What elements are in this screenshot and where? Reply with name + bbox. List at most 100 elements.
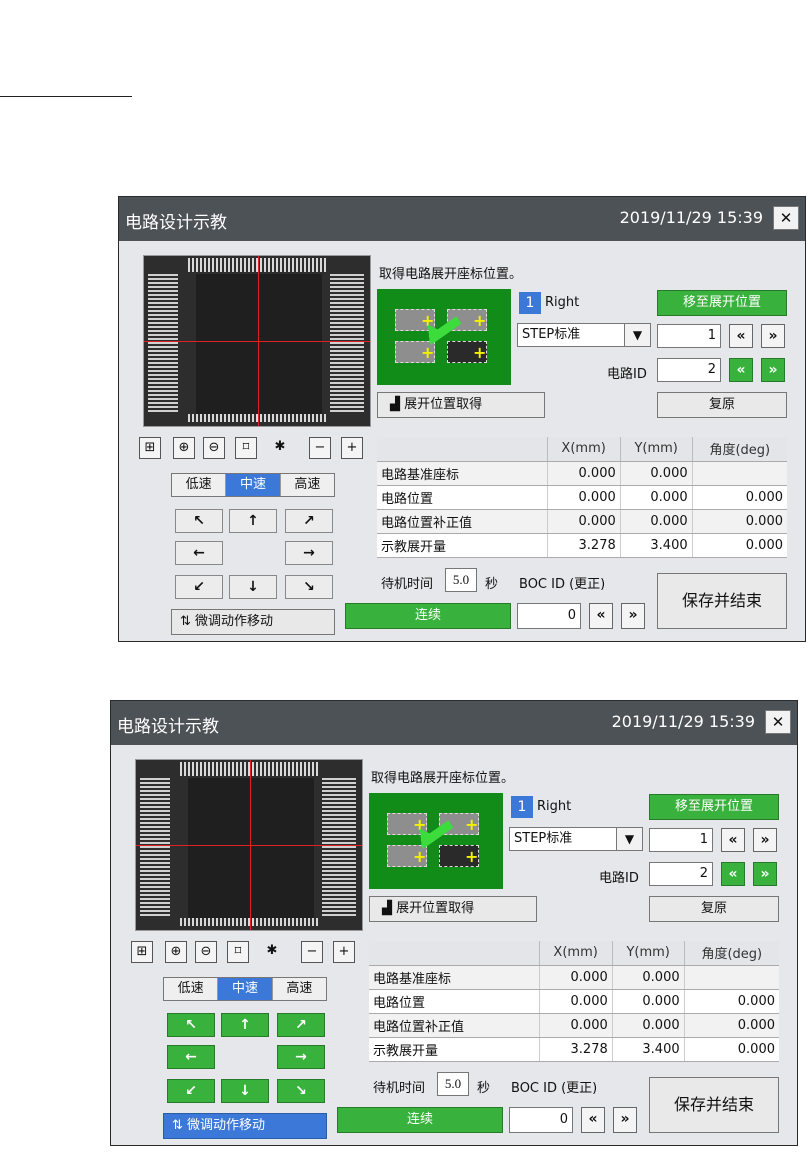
circuit-prev-icon[interactable]: « bbox=[721, 862, 745, 886]
save-and-finish-button[interactable]: 保存并结束 bbox=[657, 573, 787, 629]
fit-frame-icon[interactable]: ⌑ bbox=[235, 437, 257, 459]
move-right-icon[interactable]: → bbox=[277, 1045, 325, 1069]
speed-low[interactable]: 低速 bbox=[164, 978, 219, 1000]
zoom-out-icon[interactable]: ⊖ bbox=[195, 941, 217, 963]
step-value-field[interactable]: 1 bbox=[657, 324, 721, 348]
move-to-expand-position-button[interactable]: 移至展开位置 bbox=[657, 290, 787, 316]
move-up-icon[interactable]: ↑ bbox=[221, 1013, 269, 1037]
move-down-right-icon[interactable]: ↘ bbox=[285, 575, 333, 599]
step-select[interactable]: STEP标准 ▼ bbox=[517, 323, 651, 347]
boc-prev-icon[interactable]: « bbox=[589, 603, 613, 629]
camera-view bbox=[143, 255, 371, 427]
move-down-icon[interactable]: ↓ bbox=[229, 575, 277, 599]
x-cell: 0.000 bbox=[538, 1013, 613, 1038]
fine-move-button[interactable]: ⇅ 微调动作移动 bbox=[163, 1113, 327, 1139]
person-icon: ▟ bbox=[382, 901, 392, 916]
dialog-title: 电路设计示教 bbox=[117, 717, 219, 737]
wait-time-field[interactable]: 5.0 bbox=[445, 568, 477, 592]
step-next-icon[interactable]: » bbox=[753, 828, 777, 852]
move-up-icon[interactable]: ↑ bbox=[229, 509, 277, 533]
image-settings-icon[interactable]: ⊞ bbox=[139, 437, 161, 459]
dropdown-triangle-icon[interactable]: ▼ bbox=[616, 828, 642, 850]
circuit-id-field[interactable]: 2 bbox=[649, 862, 713, 886]
acquire-label: 展开位置取得 bbox=[396, 901, 475, 916]
move-down-right-icon[interactable]: ↘ bbox=[277, 1079, 325, 1103]
light-icon[interactable]: ✱ bbox=[269, 437, 291, 459]
speed-high[interactable]: 高速 bbox=[280, 474, 334, 496]
boc-next-icon[interactable]: » bbox=[613, 1107, 637, 1133]
restore-button[interactable]: 复原 bbox=[657, 392, 787, 418]
move-down-left-icon[interactable]: ↙ bbox=[175, 575, 223, 599]
wait-time-label: 待机时间 bbox=[381, 577, 434, 592]
boc-id-field[interactable]: 0 bbox=[509, 1107, 573, 1133]
row-name: 电路位置补正值 bbox=[369, 1013, 539, 1038]
move-left-icon[interactable]: ← bbox=[167, 1045, 215, 1069]
boc-id-field[interactable]: 0 bbox=[517, 603, 581, 629]
move-down-left-icon[interactable]: ↙ bbox=[167, 1079, 215, 1103]
layout-schematic: + + + + bbox=[377, 289, 511, 385]
step-prev-icon[interactable]: « bbox=[721, 828, 745, 852]
plus-icon[interactable]: + bbox=[333, 941, 355, 963]
coordinate-table: X(mm) Y(mm) 角度(deg) 电路基准座标 0.000 0.000 电… bbox=[377, 437, 787, 558]
acquire-expand-position-button[interactable]: ▟ 展开位置取得 bbox=[377, 392, 545, 418]
fine-move-button[interactable]: ⇅ 微调动作移动 bbox=[171, 609, 335, 635]
speed-selector: 低速 中速 高速 bbox=[171, 473, 335, 497]
light-icon[interactable]: ✱ bbox=[261, 941, 283, 963]
plus-icon[interactable]: + bbox=[341, 437, 363, 459]
acquire-expand-position-button[interactable]: ▟ 展开位置取得 bbox=[369, 896, 537, 922]
circuit-next-icon[interactable]: » bbox=[753, 862, 777, 886]
crosshair-horizontal bbox=[136, 845, 362, 846]
pins-right bbox=[330, 272, 364, 412]
move-up-right-icon[interactable]: ↗ bbox=[285, 509, 333, 533]
move-up-right-icon[interactable]: ↗ bbox=[277, 1013, 325, 1037]
x-cell: 0.000 bbox=[538, 989, 613, 1014]
close-button[interactable]: ✕ bbox=[773, 206, 799, 230]
step-value-field[interactable]: 1 bbox=[649, 828, 713, 852]
move-down-icon[interactable]: ↓ bbox=[221, 1079, 269, 1103]
move-left-icon[interactable]: ← bbox=[175, 541, 223, 565]
close-button[interactable]: ✕ bbox=[765, 710, 791, 734]
minus-icon[interactable]: − bbox=[309, 437, 331, 459]
person-icon: ▟ bbox=[390, 397, 400, 412]
step-next-icon[interactable]: » bbox=[761, 324, 785, 348]
move-up-left-icon[interactable]: ↖ bbox=[167, 1013, 215, 1037]
speed-mid[interactable]: 中速 bbox=[218, 978, 273, 1000]
dropdown-triangle-icon[interactable]: ▼ bbox=[624, 324, 650, 346]
circuit-next-icon[interactable]: » bbox=[761, 358, 785, 382]
table-row: 电路位置补正值 0.000 0.000 0.000 bbox=[369, 1013, 779, 1038]
pins-right bbox=[322, 776, 356, 916]
step-prev-icon[interactable]: « bbox=[729, 324, 753, 348]
move-right-icon[interactable]: → bbox=[285, 541, 333, 565]
minus-icon[interactable]: − bbox=[301, 941, 323, 963]
zoom-in-icon[interactable]: ⊕ bbox=[173, 437, 195, 459]
instruction-text: 取得电路展开座标位置。 bbox=[379, 267, 523, 282]
speed-mid[interactable]: 中速 bbox=[226, 474, 281, 496]
side-label: Right bbox=[545, 295, 580, 310]
wait-time-field[interactable]: 5.0 bbox=[437, 1072, 469, 1096]
pins-left bbox=[140, 776, 170, 916]
continuous-button[interactable]: 连续 bbox=[337, 1107, 503, 1133]
table-header: 角度(deg) bbox=[683, 941, 779, 966]
image-settings-icon[interactable]: ⊞ bbox=[131, 941, 153, 963]
fit-frame-icon[interactable]: ⌑ bbox=[227, 941, 249, 963]
plus-marker-icon: + bbox=[465, 815, 479, 834]
boc-next-icon[interactable]: » bbox=[621, 603, 645, 629]
datetime: 2019/11/29 15:39 bbox=[619, 208, 763, 227]
restore-button[interactable]: 复原 bbox=[649, 896, 779, 922]
move-up-left-icon[interactable]: ↖ bbox=[175, 509, 223, 533]
speed-high[interactable]: 高速 bbox=[272, 978, 326, 1000]
x-cell: 0.000 bbox=[546, 461, 621, 486]
y-cell: 0.000 bbox=[619, 461, 693, 486]
zoom-in-icon[interactable]: ⊕ bbox=[165, 941, 187, 963]
step-select[interactable]: STEP标准 ▼ bbox=[509, 827, 643, 851]
side-label: Right bbox=[537, 799, 572, 814]
circuit-prev-icon[interactable]: « bbox=[729, 358, 753, 382]
save-and-finish-button[interactable]: 保存并结束 bbox=[649, 1077, 779, 1133]
continuous-button[interactable]: 连续 bbox=[345, 603, 511, 629]
circuit-id-field[interactable]: 2 bbox=[657, 358, 721, 382]
index-badge: 1 bbox=[519, 292, 541, 314]
speed-low[interactable]: 低速 bbox=[172, 474, 227, 496]
boc-prev-icon[interactable]: « bbox=[581, 1107, 605, 1133]
zoom-out-icon[interactable]: ⊖ bbox=[203, 437, 225, 459]
move-to-expand-position-button[interactable]: 移至展开位置 bbox=[649, 794, 779, 820]
